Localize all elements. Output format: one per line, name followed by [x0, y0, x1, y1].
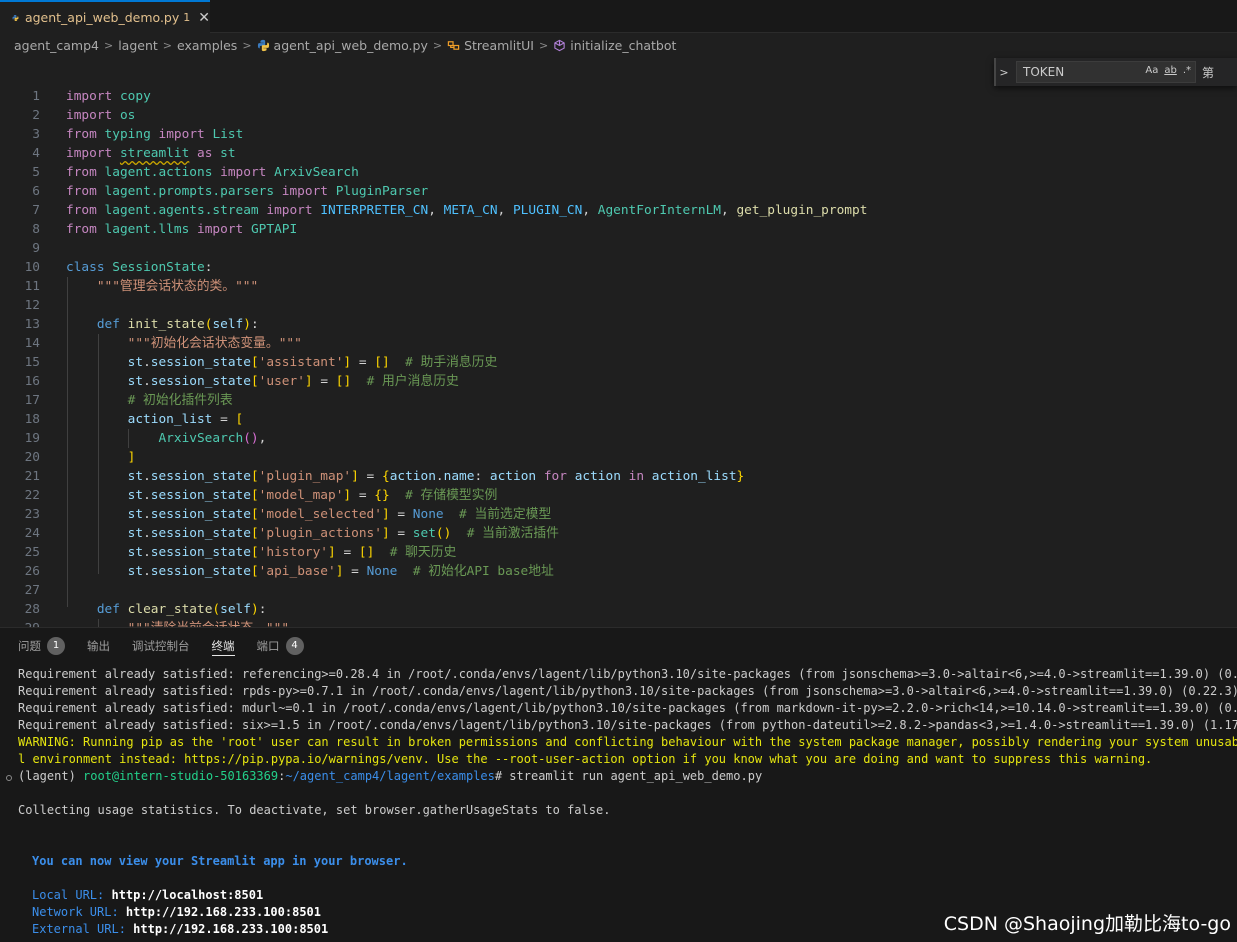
terminal-line: Requirement already satisfied: mdurl~=0.…: [18, 701, 1237, 715]
tab-debug-console[interactable]: 调试控制台: [132, 628, 190, 664]
find-widget: > TOKEN Aa ab .* 第: [994, 58, 1237, 86]
local-url-label: Local URL:: [32, 888, 112, 902]
prompt-env: (lagent): [18, 769, 84, 783]
breadcrumb-item-lagent[interactable]: lagent: [118, 38, 158, 53]
chevron-right-icon: >: [432, 38, 443, 52]
terminal-line: Requirement already satisfied: six>=1.5 …: [18, 718, 1237, 732]
terminal-url-line: Local URL: http://localhost:8501: [32, 887, 263, 904]
python-file-icon: [257, 39, 269, 51]
regex-icon[interactable]: .*: [1183, 65, 1191, 76]
terminal-streamlit-message: You can now view your Streamlit app in y…: [32, 854, 408, 868]
match-case-icon[interactable]: Aa: [1145, 65, 1158, 76]
network-url-link[interactable]: http://192.168.233.100:8501: [126, 905, 321, 919]
terminal-warning-line: WARNING: Running pip as the 'root' user …: [18, 735, 1237, 749]
breadcrumb-item-class[interactable]: StreamlitUI: [464, 38, 534, 53]
terminal-line: Requirement already satisfied: referenci…: [18, 667, 1237, 681]
find-options: Aa ab .*: [1145, 65, 1191, 76]
tab-output[interactable]: 输出: [87, 628, 110, 664]
tab-debug-console-label: 调试控制台: [132, 639, 190, 653]
chevron-right-icon[interactable]: >: [996, 66, 1012, 79]
ports-count-badge: 4: [285, 637, 304, 655]
find-input-value: TOKEN: [1023, 65, 1065, 79]
bottom-panel: 问题 1 输出 调试控制台 终端 端口 4 Requirement alread…: [0, 627, 1237, 942]
class-icon: [447, 40, 460, 50]
chevron-right-icon: >: [539, 38, 549, 52]
watermark: CSDN @Shaojing加勒比海to-go: [943, 913, 1231, 935]
chevron-right-icon: >: [162, 38, 172, 52]
chevron-right-icon: >: [242, 38, 252, 52]
code-editor[interactable]: 1 import copy 2 import os 3 from typing imp…: [0, 87, 1237, 627]
terminal-warning-line: l environment instead: https://pip.pypa.…: [18, 752, 1153, 766]
editor-tab-active[interactable]: agent_api_web_demo.py 1 ✕: [0, 0, 210, 33]
breadcrumb-item-agent-camp4[interactable]: agent_camp4: [14, 38, 99, 53]
python-file-icon: [12, 14, 19, 21]
find-result-count: 第: [1202, 65, 1215, 80]
tab-output-label: 输出: [87, 639, 110, 653]
terminal-line: Collecting usage statistics. To deactiva…: [18, 803, 611, 817]
prompt-path: ~/agent_camp4/lagent/examples: [285, 769, 495, 783]
tab-terminal-label: 终端: [211, 639, 235, 653]
find-input[interactable]: TOKEN Aa ab .*: [1016, 61, 1196, 83]
breadcrumb-item-file[interactable]: agent_api_web_demo.py: [274, 38, 428, 53]
terminal-line: Requirement already satisfied: rpds-py>=…: [18, 684, 1237, 698]
terminal-output[interactable]: Requirement already satisfied: referenci…: [0, 666, 1237, 942]
prompt-user: root@intern-studio-50163369: [83, 769, 279, 783]
close-icon[interactable]: ✕: [198, 10, 210, 26]
chevron-right-icon: >: [103, 38, 114, 52]
network-url-label: Network URL:: [32, 905, 126, 919]
tab-terminal[interactable]: 终端: [211, 628, 235, 664]
tab-problems[interactable]: 问题 1: [18, 628, 65, 664]
local-url-link[interactable]: http://localhost:8501: [111, 888, 263, 902]
problems-count-badge: 1: [47, 637, 65, 655]
breadcrumb-item-examples[interactable]: examples: [177, 38, 237, 53]
terminal-url-line: Network URL: http://192.168.233.100:8501: [32, 904, 321, 921]
command-decoration-icon[interactable]: [6, 775, 12, 781]
tab-ports[interactable]: 端口 4: [257, 628, 304, 664]
match-whole-word-icon[interactable]: ab: [1164, 65, 1176, 76]
terminal-prompt-line: (lagent) root@intern-studio-50163369:~/a…: [18, 768, 762, 785]
external-url-label: External URL:: [32, 922, 134, 936]
tab-problem-count: 1: [183, 11, 191, 24]
tab-problems-label: 问题: [18, 639, 41, 653]
tab-ports-label: 端口: [256, 639, 280, 653]
editor-tab-bar: agent_api_web_demo.py 1 ✕: [0, 0, 1237, 33]
external-url-link[interactable]: http://192.168.233.100:8501: [133, 922, 328, 936]
terminal-url-line: External URL: http://192.168.233.100:850…: [32, 921, 328, 938]
panel-tab-bar: 问题 1 输出 调试控制台 终端 端口 4: [0, 628, 1237, 664]
breadcrumb: agent_camp4 > lagent > examples > agent_…: [14, 35, 676, 55]
prompt-command: # streamlit run agent_api_web_demo.py: [494, 769, 763, 783]
breadcrumb-item-method[interactable]: initialize_chatbot: [570, 38, 676, 53]
method-icon: [554, 39, 565, 51]
tab-filename: agent_api_web_demo.py: [24, 10, 180, 25]
